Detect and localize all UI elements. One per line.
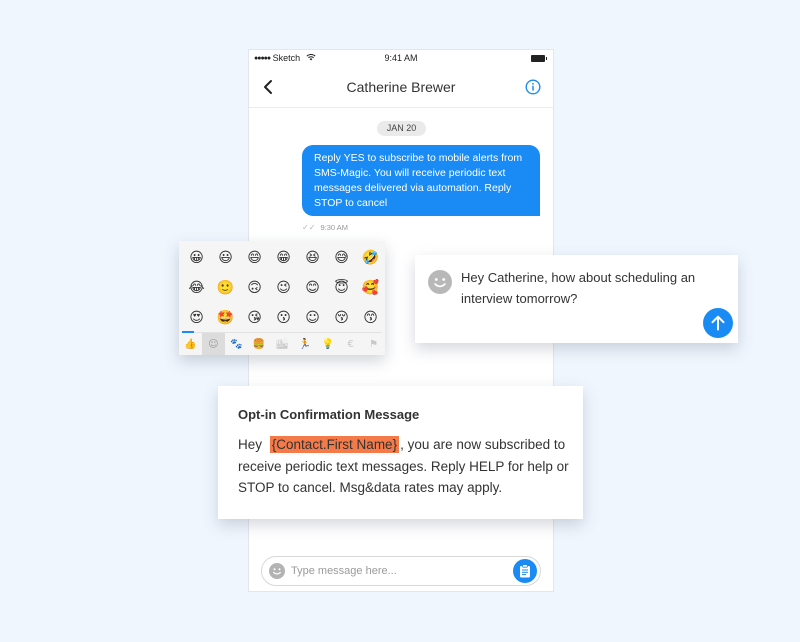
category-travel-icon[interactable]: 🏙 bbox=[271, 333, 294, 355]
category-recent-icon[interactable]: 👍 bbox=[179, 333, 202, 355]
emoji[interactable]: 😇 bbox=[327, 273, 356, 303]
date-separator: JAN 20 bbox=[377, 121, 426, 136]
info-icon bbox=[525, 79, 541, 95]
emoji[interactable]: 😆 bbox=[298, 243, 327, 273]
clipboard-icon bbox=[520, 564, 530, 578]
emoji[interactable]: 😍 bbox=[182, 303, 211, 333]
smiley-icon bbox=[269, 563, 285, 579]
emoji[interactable]: 😗 bbox=[269, 303, 298, 333]
info-button[interactable] bbox=[525, 79, 541, 95]
category-objects-icon[interactable]: 💡 bbox=[316, 333, 339, 355]
emoji-picker: 😀 😃 😄 😁 😆 😅 🤣 😂 🙂 🙃 😉 😊 😇 🥰 😍 🤩 😘 😗 ☺ 😚 … bbox=[179, 241, 385, 355]
category-activity-icon[interactable]: 🏃 bbox=[293, 333, 316, 355]
emoji[interactable]: 😘 bbox=[240, 303, 269, 333]
message-time: 9:30 AM bbox=[320, 223, 349, 232]
emoji-grid: 😀 😃 😄 😁 😆 😅 🤣 😂 🙂 🙃 😉 😊 😇 🥰 😍 🤩 😘 😗 ☺ 😚 … bbox=[182, 243, 385, 333]
emoji-toggle-button[interactable] bbox=[269, 563, 285, 579]
emoji[interactable]: 😉 bbox=[269, 273, 298, 303]
reply-text[interactable]: Hey Catherine, how about scheduling an i… bbox=[461, 267, 726, 309]
emoji[interactable]: 🤩 bbox=[211, 303, 240, 333]
emoji[interactable]: 😃 bbox=[211, 243, 240, 273]
status-time: 9:41 AM bbox=[384, 53, 418, 63]
category-symbols-icon[interactable]: € bbox=[339, 333, 362, 355]
message-input[interactable] bbox=[291, 562, 501, 580]
emoji[interactable]: 😀 bbox=[182, 243, 211, 273]
battery-icon bbox=[531, 55, 547, 62]
emoji[interactable]: 😄 bbox=[240, 243, 269, 273]
avatar bbox=[428, 270, 452, 294]
conversation-header: Catherine Brewer bbox=[249, 68, 553, 108]
emoji[interactable]: ☺ bbox=[298, 303, 327, 333]
message-meta: ✓✓ 9:30 AM bbox=[302, 223, 348, 232]
emoji[interactable]: 🙃 bbox=[240, 273, 269, 303]
emoji[interactable]: 😁 bbox=[269, 243, 298, 273]
emoji[interactable]: 🥰 bbox=[356, 273, 385, 303]
optin-heading: Opt-in Confirmation Message bbox=[238, 407, 420, 422]
category-animals-icon[interactable]: 🐾 bbox=[225, 333, 248, 355]
send-button[interactable] bbox=[703, 308, 733, 338]
category-flags-icon[interactable]: ⚑ bbox=[362, 333, 385, 355]
arrow-up-icon bbox=[711, 315, 725, 331]
emoji[interactable]: 😂 bbox=[182, 273, 211, 303]
status-bar: ●●●●● Sketch 9:41 AM bbox=[249, 50, 553, 68]
emoji[interactable]: 😙 bbox=[356, 303, 385, 333]
merge-field-tag[interactable]: {Contact.First Name} bbox=[269, 436, 400, 453]
emoji[interactable]: 🤣 bbox=[356, 243, 385, 273]
reply-preview-card: Hey Catherine, how about scheduling an i… bbox=[415, 255, 738, 343]
emoji[interactable]: 🙂 bbox=[211, 273, 240, 303]
category-smileys-icon[interactable]: ☺ bbox=[201, 333, 225, 355]
outgoing-message-bubble: Reply YES to subscribe to mobile alerts … bbox=[302, 145, 540, 216]
optin-confirmation-card: Opt-in Confirmation Message Hey {Contact… bbox=[218, 386, 583, 519]
emoji[interactable]: 😚 bbox=[327, 303, 356, 333]
optin-prefix: Hey bbox=[238, 437, 263, 452]
contact-name: Catherine Brewer bbox=[346, 79, 456, 95]
template-button[interactable] bbox=[513, 559, 537, 583]
optin-body: Hey {Contact.First Name}, you are now su… bbox=[238, 434, 573, 499]
emoji[interactable]: 😅 bbox=[327, 243, 356, 273]
emoji[interactable]: 😊 bbox=[298, 273, 327, 303]
message-composer bbox=[261, 556, 541, 586]
smiley-avatar-icon bbox=[428, 270, 452, 294]
category-food-icon[interactable]: 🍔 bbox=[248, 333, 271, 355]
double-check-icon: ✓✓ bbox=[302, 223, 316, 232]
emoji-category-bar: 👍 ☺ 🐾 🍔 🏙 🏃 💡 € ⚑ bbox=[179, 333, 385, 355]
